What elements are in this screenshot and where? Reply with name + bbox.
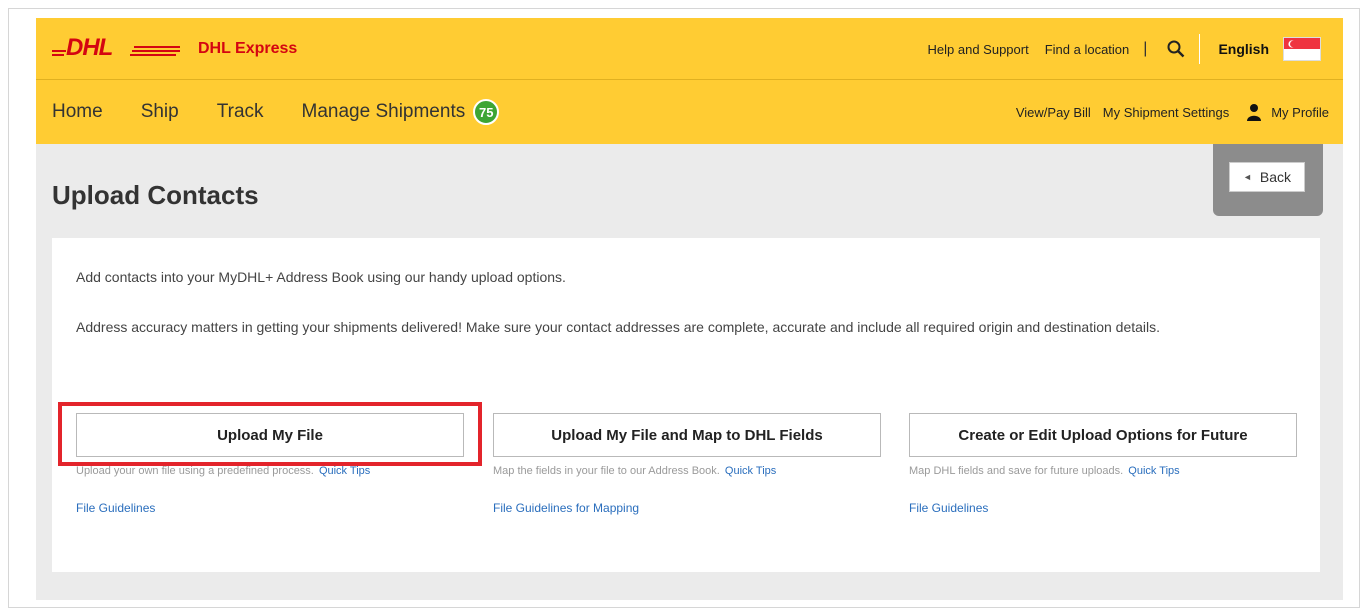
upload-my-file-button[interactable]: Upload My File [76, 413, 464, 457]
nav-manage-shipments[interactable]: Manage Shipments 75 [302, 99, 500, 125]
create-edit-options-button[interactable]: Create or Edit Upload Options for Future [909, 413, 1297, 457]
top-bar: DHL DHL Express Help and Support Find a … [36, 18, 1343, 80]
option-description: Upload your own file using a predefined … [76, 465, 464, 477]
nav-ship[interactable]: Ship [141, 101, 179, 123]
nav-track[interactable]: Track [217, 101, 264, 123]
separator: | [1143, 40, 1148, 57]
intro-text: Add contacts into your MyDHL+ Address Bo… [76, 269, 566, 285]
page-container: DHL DHL Express Help and Support Find a … [36, 18, 1343, 600]
quick-tips-link[interactable]: Quick Tips [725, 465, 776, 477]
view-pay-bill-link[interactable]: View/Pay Bill [1016, 105, 1091, 120]
option-description: Map the fields in your file to our Addre… [493, 465, 881, 477]
file-guidelines-link[interactable]: File Guidelines [909, 501, 1297, 515]
main-nav-right: View/Pay Bill My Shipment Settings My Pr… [1004, 80, 1329, 144]
singapore-flag-icon[interactable] [1283, 37, 1321, 61]
language-selector[interactable]: English [1218, 41, 1269, 57]
option-create-edit: Create or Edit Upload Options for Future… [909, 413, 1297, 515]
back-label: Back [1259, 169, 1292, 185]
option-desc-text: Upload your own file using a predefined … [76, 465, 314, 477]
nav-home[interactable]: Home [52, 101, 103, 123]
option-desc-text: Map the fields in your file to our Addre… [493, 465, 720, 477]
help-support-link[interactable]: Help and Support [928, 42, 1029, 57]
user-icon[interactable] [1245, 103, 1263, 121]
back-button[interactable]: ◄ Back [1229, 162, 1305, 192]
accuracy-text: Address accuracy matters in getting your… [76, 319, 1161, 335]
main-nav: Home Ship Track Manage Shipments 75 View… [36, 80, 1343, 144]
svg-text:DHL: DHL [66, 36, 113, 58]
option-description: Map DHL fields and save for future uploa… [909, 465, 1297, 477]
page-title: Upload Contacts [52, 180, 259, 210]
search-icon[interactable] [1167, 40, 1185, 58]
upload-map-fields-button[interactable]: Upload My File and Map to DHL Fields [493, 413, 881, 457]
option-desc-text: Map DHL fields and save for future uploa… [909, 465, 1124, 477]
file-guidelines-mapping-link[interactable]: File Guidelines for Mapping [493, 501, 881, 515]
quick-tips-link[interactable]: Quick Tips [1128, 465, 1179, 477]
upload-card: Add contacts into your MyDHL+ Address Bo… [52, 238, 1320, 572]
shipment-settings-link[interactable]: My Shipment Settings [1103, 105, 1229, 120]
back-tab: ◄ Back [1213, 144, 1323, 216]
caret-left-icon: ◄ [1242, 172, 1252, 182]
option-upload-file: Upload My File Upload your own file usin… [76, 413, 464, 515]
dhl-logo[interactable]: DHL [52, 36, 182, 58]
nav-manage-shipments-label: Manage Shipments [301, 101, 466, 122]
find-location-link[interactable]: Find a location [1045, 42, 1130, 57]
brand-name: DHL Express [198, 40, 298, 57]
divider [1199, 34, 1201, 64]
utility-nav: Help and Support Find a location | Engli… [912, 18, 1343, 80]
file-guidelines-link[interactable]: File Guidelines [76, 501, 464, 515]
shipment-count-badge: 75 [473, 99, 500, 125]
my-profile-link[interactable]: My Profile [1271, 105, 1329, 120]
option-upload-map: Upload My File and Map to DHL Fields Map… [493, 413, 881, 515]
main-nav-left: Home Ship Track Manage Shipments 75 [52, 80, 537, 144]
quick-tips-link[interactable]: Quick Tips [319, 465, 370, 477]
